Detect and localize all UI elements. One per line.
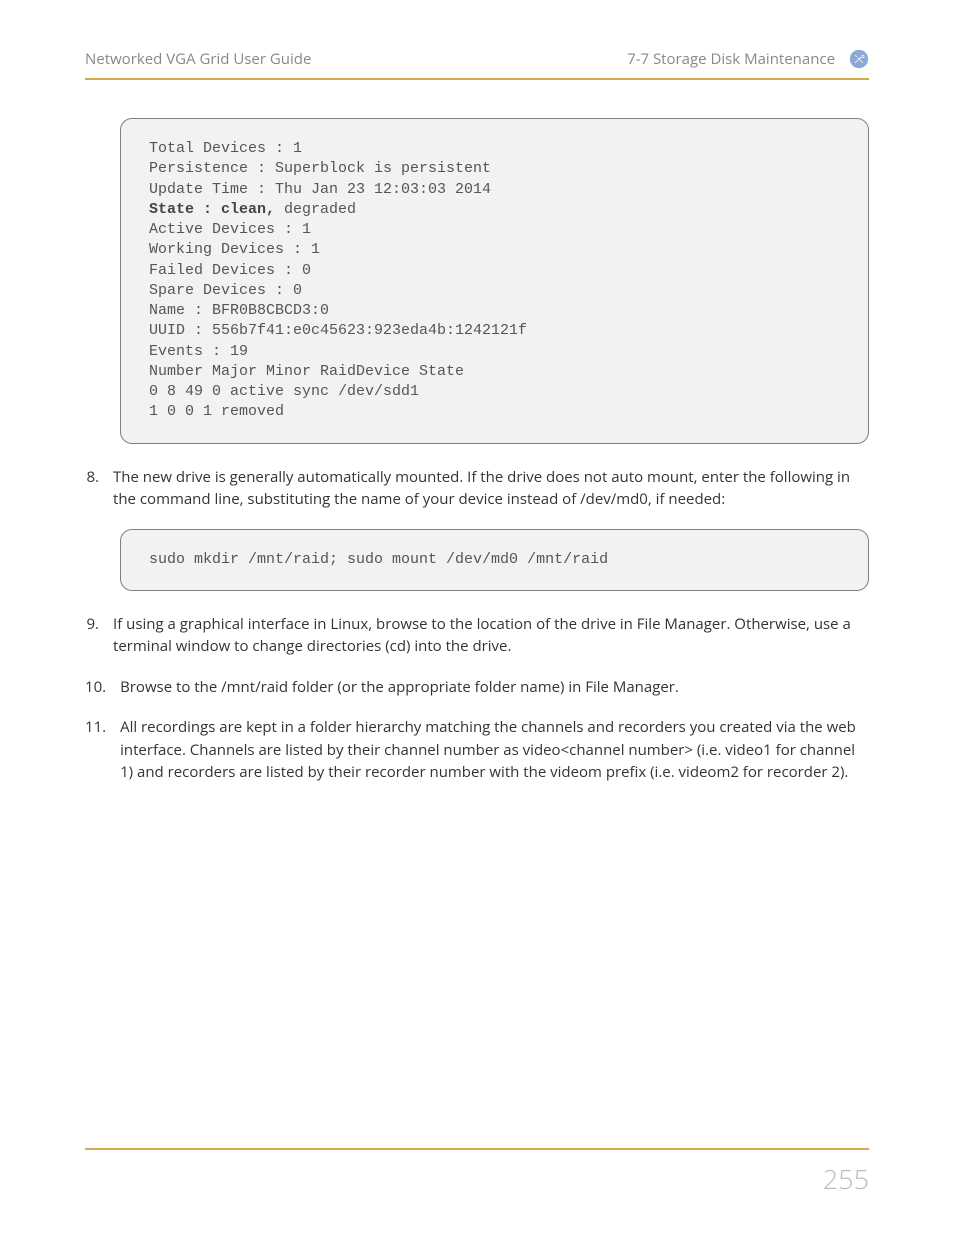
code-line: sudo mkdir /mnt/raid; sudo mount /dev/md…: [149, 551, 608, 568]
step-number: 9.: [85, 613, 113, 636]
page-header: Networked VGA Grid User Guide 7-7 Storag…: [85, 50, 869, 80]
list-item: 9. If using a graphical interface in Lin…: [85, 613, 869, 658]
code-line: 1 0 0 1 removed: [149, 403, 284, 420]
code-line: Failed Devices : 0: [149, 262, 311, 279]
code-line: Total Devices : 1: [149, 140, 302, 157]
step-number: 11.: [85, 716, 120, 739]
header-title-right: 7-7 Storage Disk Maintenance: [627, 49, 835, 69]
list-item: 8. The new drive is generally automatica…: [85, 466, 869, 511]
code-line: UUID : 556b7f41:e0c45623:923eda4b:124212…: [149, 322, 527, 339]
footer-divider: [85, 1148, 869, 1150]
step-text: Browse to the /mnt/raid folder (or the a…: [120, 676, 869, 699]
step-text: All recordings are kept in a folder hier…: [120, 716, 869, 784]
tools-icon: [849, 49, 869, 69]
code-line: Update Time : Thu Jan 23 12:03:03 2014: [149, 181, 491, 198]
code-line: Active Devices : 1: [149, 221, 311, 238]
code-line: Persistence : Superblock is persistent: [149, 160, 491, 177]
list-item: 11. All recordings are kept in a folder …: [85, 716, 869, 784]
header-right-wrap: 7-7 Storage Disk Maintenance: [627, 49, 869, 69]
code-block-mount-command: sudo mkdir /mnt/raid; sudo mount /dev/md…: [120, 529, 869, 591]
step-number: 8.: [85, 466, 113, 489]
code-line-bold: State : clean,: [149, 201, 275, 218]
instruction-list-continued: 9. If using a graphical interface in Lin…: [85, 613, 869, 784]
code-line: Spare Devices : 0: [149, 282, 302, 299]
header-title-left: Networked VGA Grid User Guide: [85, 49, 311, 69]
code-line: degraded: [275, 201, 356, 218]
instruction-list: 8. The new drive is generally automatica…: [85, 466, 869, 511]
code-line: 0 8 49 0 active sync /dev/sdd1: [149, 383, 419, 400]
code-line: Working Devices : 1: [149, 241, 320, 258]
page-number: 255: [823, 1160, 869, 1197]
code-line: Name : BFR0B8CBCD3:0: [149, 302, 329, 319]
list-item: 10. Browse to the /mnt/raid folder (or t…: [85, 676, 869, 699]
step-text: The new drive is generally automatically…: [113, 466, 869, 511]
code-line: Number Major Minor RaidDevice State: [149, 363, 464, 380]
code-block-mdadm-output: Total Devices : 1 Persistence : Superblo…: [120, 118, 869, 444]
code-line: Events : 19: [149, 343, 248, 360]
step-text: If using a graphical interface in Linux,…: [113, 613, 869, 658]
step-number: 10.: [85, 676, 120, 699]
